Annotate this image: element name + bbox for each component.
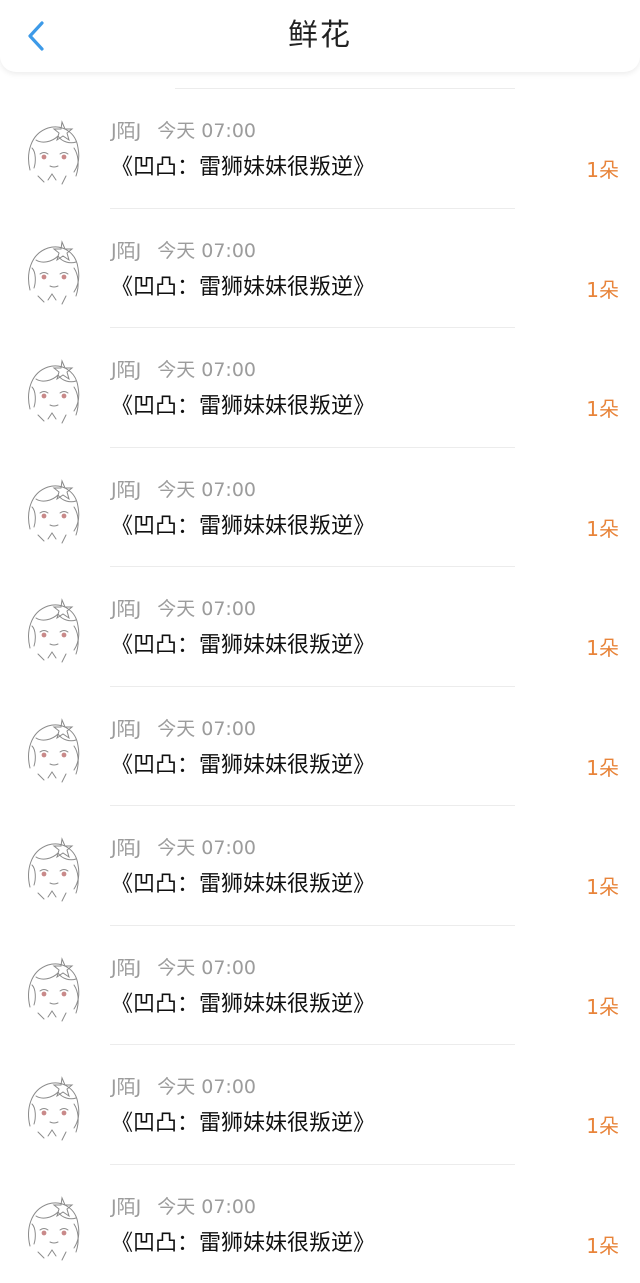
book-title: 《凹凸：雷狮妹妹很叛逆》	[111, 747, 375, 779]
book-title: 《凹凸：雷狮妹妹很叛逆》	[111, 866, 375, 898]
username: J陌J	[111, 359, 141, 381]
flower-count: 1朵	[586, 1110, 619, 1139]
avatar	[22, 118, 86, 186]
timestamp: 今天 07:00	[157, 1196, 256, 1218]
timestamp: 今天 07:00	[157, 1076, 256, 1098]
avatar	[22, 596, 86, 664]
username: J陌J	[111, 957, 141, 979]
list-item-meta: J陌J 今天 07:00	[111, 1192, 256, 1219]
top-bar: 鲜花	[0, 0, 640, 72]
book-title: 《凹凸：雷狮妹妹很叛逆》	[111, 1105, 375, 1137]
timestamp: 今天 07:00	[157, 120, 256, 142]
avatar	[22, 238, 86, 306]
timestamp: 今天 07:00	[157, 598, 256, 620]
book-title: 《凹凸：雷狮妹妹很叛逆》	[111, 269, 375, 301]
username: J陌J	[111, 120, 141, 142]
flower-count: 1朵	[586, 991, 619, 1020]
avatar	[22, 357, 86, 425]
flower-count: 1朵	[586, 871, 619, 900]
list-item[interactable]: J陌J 今天 07:00 《凹凸：雷狮妹妹很叛逆》 1朵	[0, 88, 640, 208]
timestamp: 今天 07:00	[157, 359, 256, 381]
flower-count: 1朵	[586, 513, 619, 542]
book-title: 《凹凸：雷狮妹妹很叛逆》	[111, 1225, 375, 1257]
flower-count: 1朵	[586, 154, 619, 183]
book-title: 《凹凸：雷狮妹妹很叛逆》	[111, 388, 375, 420]
book-title: 《凹凸：雷狮妹妹很叛逆》	[111, 627, 375, 659]
avatar	[22, 1194, 86, 1262]
list-item[interactable]: J陌J 今天 07:00 《凹凸：雷狮妹妹很叛逆》 1朵	[0, 327, 640, 447]
flower-count: 1朵	[586, 632, 619, 661]
list-item[interactable]: J陌J 今天 07:00 《凹凸：雷狮妹妹很叛逆》 1朵	[0, 566, 640, 686]
username: J陌J	[111, 1196, 141, 1218]
list-item[interactable]: J陌J 今天 07:00 《凹凸：雷狮妹妹很叛逆》 1朵	[0, 447, 640, 567]
list-item[interactable]: J陌J 今天 07:00 《凹凸：雷狮妹妹很叛逆》 1朵	[0, 1164, 640, 1283]
avatar	[22, 477, 86, 545]
flower-list: J陌J 今天 07:00 《凹凸：雷狮妹妹很叛逆》 1朵 J陌J 今天 07:00 …	[0, 88, 640, 1283]
list-item[interactable]: J陌J 今天 07:00 《凹凸：雷狮妹妹很叛逆》 1朵	[0, 805, 640, 925]
username: J陌J	[111, 718, 141, 740]
flower-count: 1朵	[586, 393, 619, 422]
avatar	[22, 1074, 86, 1142]
list-item[interactable]: J陌J 今天 07:00 《凹凸：雷狮妹妹很叛逆》 1朵	[0, 208, 640, 328]
flower-count: 1朵	[586, 274, 619, 303]
list-item-meta: J陌J 今天 07:00	[111, 594, 256, 621]
list-item-meta: J陌J 今天 07:00	[111, 355, 256, 382]
username: J陌J	[111, 837, 141, 859]
avatar	[22, 835, 86, 903]
timestamp: 今天 07:00	[157, 837, 256, 859]
list-item-meta: J陌J 今天 07:00	[111, 714, 256, 741]
timestamp: 今天 07:00	[157, 718, 256, 740]
username: J陌J	[111, 479, 141, 501]
timestamp: 今天 07:00	[157, 957, 256, 979]
list-item[interactable]: J陌J 今天 07:00 《凹凸：雷狮妹妹很叛逆》 1朵	[0, 1044, 640, 1164]
timestamp: 今天 07:00	[157, 479, 256, 501]
flower-count: 1朵	[586, 752, 619, 781]
list-item-meta: J陌J 今天 07:00	[111, 1072, 256, 1099]
page-title: 鲜花	[0, 0, 640, 72]
avatar	[22, 955, 86, 1023]
username: J陌J	[111, 1076, 141, 1098]
list-item-meta: J陌J 今天 07:00	[111, 953, 256, 980]
flower-count: 1朵	[586, 1230, 619, 1259]
list-item-meta: J陌J 今天 07:00	[111, 236, 256, 263]
book-title: 《凹凸：雷狮妹妹很叛逆》	[111, 508, 375, 540]
avatar	[22, 716, 86, 784]
book-title: 《凹凸：雷狮妹妹很叛逆》	[111, 149, 375, 181]
list-item-meta: J陌J 今天 07:00	[111, 116, 256, 143]
list-item[interactable]: J陌J 今天 07:00 《凹凸：雷狮妹妹很叛逆》 1朵	[0, 925, 640, 1045]
list-item-meta: J陌J 今天 07:00	[111, 475, 256, 502]
list-item-meta: J陌J 今天 07:00	[111, 833, 256, 860]
username: J陌J	[111, 240, 141, 262]
list-item[interactable]: J陌J 今天 07:00 《凹凸：雷狮妹妹很叛逆》 1朵	[0, 686, 640, 806]
book-title: 《凹凸：雷狮妹妹很叛逆》	[111, 986, 375, 1018]
username: J陌J	[111, 598, 141, 620]
timestamp: 今天 07:00	[157, 240, 256, 262]
